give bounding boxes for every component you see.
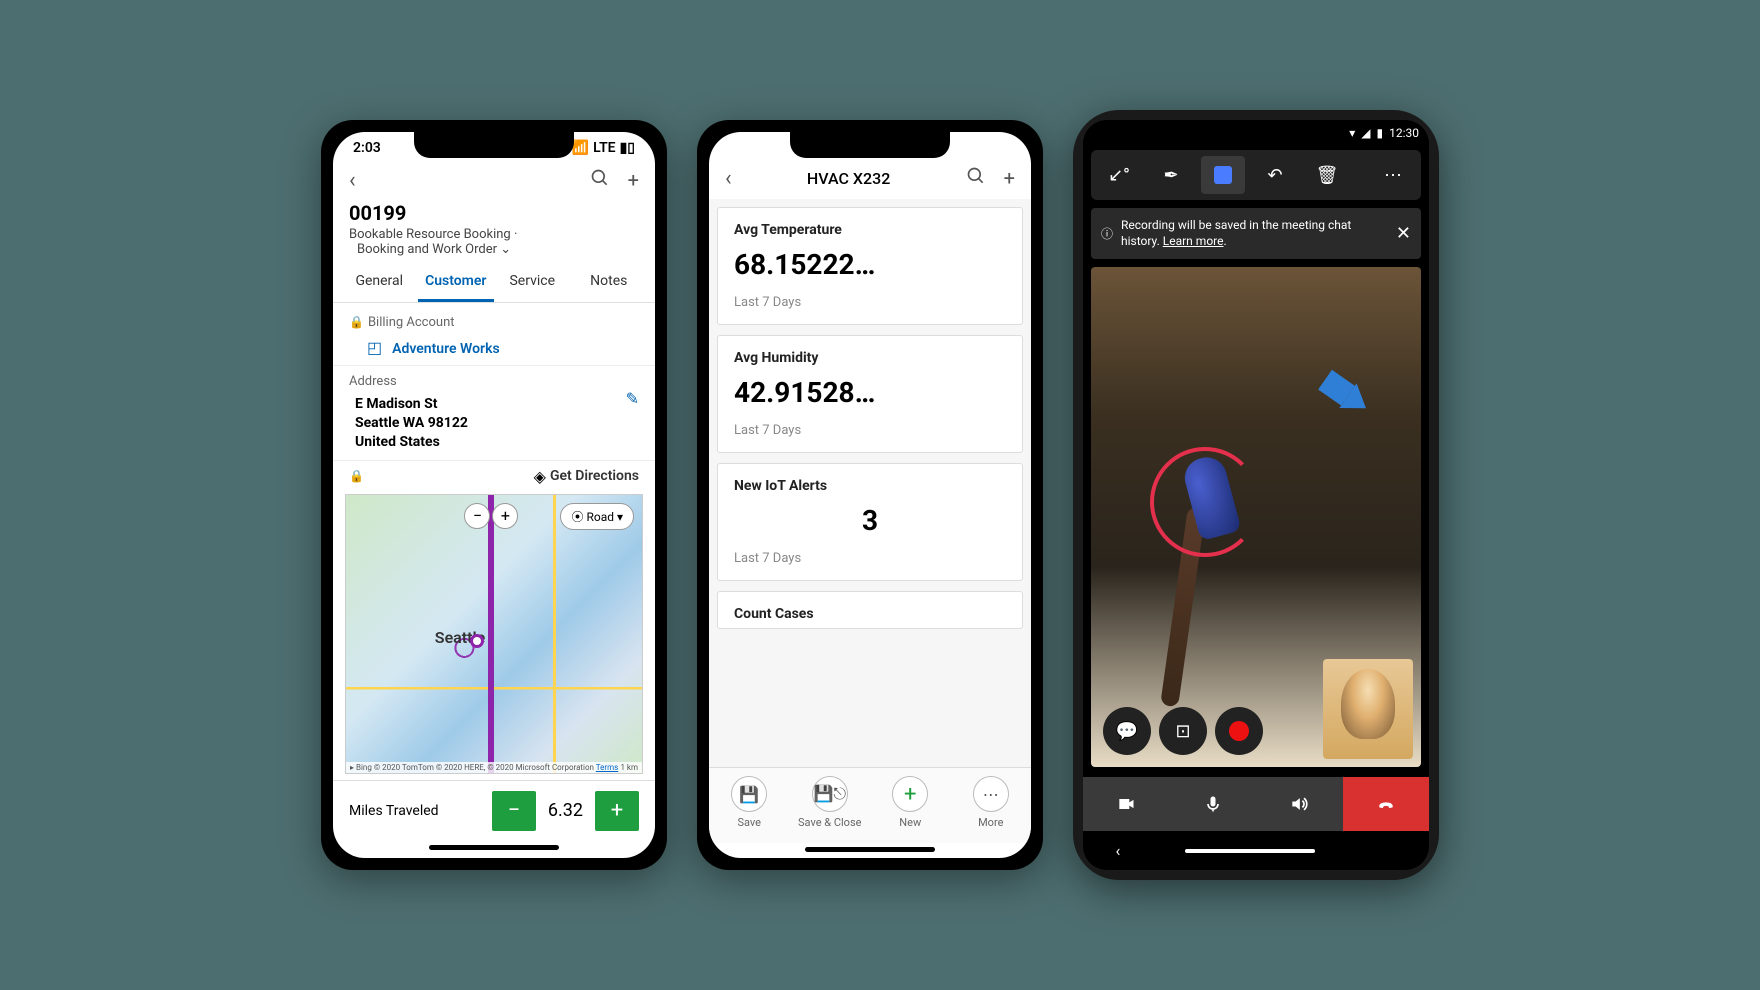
miles-label: Miles Traveled [349, 803, 439, 819]
network-label: LTE [593, 140, 615, 156]
card-value: 3 [734, 504, 1006, 537]
card-subtitle: Last 7 Days [734, 551, 1006, 566]
save-close-button[interactable]: 💾⎋ Save & Close [790, 768, 871, 843]
banner-text: Recording will be saved in the meeting c… [1121, 218, 1388, 249]
card-value: 42.91528… [734, 376, 1006, 409]
android-back-button[interactable]: ‹ [1116, 841, 1121, 860]
remote-video: 💬 ⊡ [1091, 267, 1421, 767]
save-icon: 💾 [731, 776, 767, 812]
map-type-select[interactable]: ⦿ Road ▾ [560, 503, 634, 530]
address-value: E Madison St Seattle WA 98122 United Sta… [349, 395, 639, 452]
map-terms-link[interactable]: Terms [596, 763, 618, 772]
save-button[interactable]: 💾 Save [709, 768, 790, 843]
tab-general[interactable]: General [341, 263, 418, 302]
lock-icon: 🔒 [349, 469, 364, 483]
card-value: 68.15222… [734, 248, 1006, 281]
signal-icon: 📶 [572, 140, 589, 156]
tab-customer[interactable]: Customer [418, 263, 495, 302]
info-icon: ⓘ [1101, 225, 1113, 242]
search-icon[interactable] [966, 166, 986, 191]
pointer-tool[interactable]: ↙° [1097, 156, 1141, 194]
add-button[interactable]: + [1004, 166, 1015, 191]
map-copyright: © 2020 TomTom © 2020 HERE, © 2020 Micros… [374, 763, 594, 772]
chevron-down-icon: ⌄ [500, 242, 511, 257]
entity-label: Bookable Resource Booking · [349, 227, 639, 242]
map-scale: 1 km [620, 763, 638, 772]
card-subtitle: Last 7 Days [734, 423, 1006, 438]
card-subtitle: Last 7 Days [734, 295, 1006, 310]
card-title: Count Cases [734, 606, 1006, 622]
card-iot-alerts[interactable]: New IoT Alerts 3 Last 7 Days [717, 463, 1023, 581]
save-close-icon: 💾⎋ [812, 776, 848, 812]
card-avg-humidity[interactable]: Avg Humidity 42.91528… Last 7 Days [717, 335, 1023, 453]
arrow-annotation [1340, 384, 1375, 421]
battery-icon: ▮▯ [620, 140, 635, 156]
page-title: HVAC X232 [807, 169, 890, 188]
chat-button[interactable]: 💬 [1103, 707, 1151, 755]
annotation-toolbar: ↙° ✒ ↶ 🗑 ⋯ [1091, 150, 1421, 200]
android-home-button[interactable] [1185, 849, 1315, 853]
self-view-pip[interactable] [1323, 659, 1413, 759]
card-count-cases[interactable]: Count Cases [717, 591, 1023, 629]
card-title: New IoT Alerts [734, 478, 1006, 494]
directions-icon: ◈ [534, 467, 546, 486]
pen-tool[interactable]: ✒ [1149, 156, 1193, 194]
more-icon: ⋯ [973, 776, 1009, 812]
new-button[interactable]: + New [870, 768, 951, 843]
add-button[interactable]: + [628, 168, 639, 193]
wifi-icon: ▾ [1349, 126, 1355, 140]
account-icon: ◰ [367, 338, 382, 357]
close-icon[interactable]: ✕ [1396, 223, 1411, 244]
undo-button[interactable]: ↶ [1253, 156, 1297, 194]
card-avg-temperature[interactable]: Avg Temperature 68.15222… Last 7 Days [717, 207, 1023, 325]
card-title: Avg Humidity [734, 350, 1006, 366]
zoom-out-button[interactable]: − [464, 503, 490, 529]
recording-banner: ⓘ Recording will be saved in the meeting… [1091, 208, 1421, 259]
end-call-button[interactable] [1343, 777, 1430, 831]
address-label: Address [349, 374, 639, 389]
get-directions-button[interactable]: Get Directions [550, 468, 639, 484]
zoom-in-button[interactable]: + [492, 503, 518, 529]
android-nav-bar: ‹ [1083, 831, 1429, 870]
battery-icon: ▮ [1377, 126, 1384, 140]
status-time: 2:03 [353, 140, 381, 156]
circle-annotation [1150, 447, 1260, 557]
signal-icon: ◢ [1361, 126, 1370, 140]
shape-tool[interactable] [1201, 156, 1245, 194]
more-button[interactable]: ⋯ More [951, 768, 1032, 843]
card-title: Avg Temperature [734, 222, 1006, 238]
tab-service[interactable]: Service [494, 263, 571, 302]
form-picker[interactable]: Booking and Work Order ⌄ [357, 242, 639, 257]
search-icon[interactable] [590, 168, 610, 193]
delete-button[interactable]: 🗑 [1305, 156, 1349, 194]
record-button[interactable] [1215, 707, 1263, 755]
home-indicator[interactable] [429, 845, 559, 850]
lock-icon: 🔒 [349, 315, 364, 329]
status-bar: ▾ ◢ ▮ 12:30 [1083, 120, 1429, 146]
status-time: 12:30 [1389, 126, 1419, 140]
miles-value: 6.32 [548, 800, 583, 821]
back-button[interactable]: ‹ [725, 166, 732, 191]
billing-account-link[interactable]: Adventure Works [392, 341, 500, 357]
back-button[interactable]: ‹ [349, 168, 356, 193]
tab-notes[interactable]: Notes [571, 263, 648, 302]
plus-icon: + [892, 776, 928, 812]
learn-more-link[interactable]: Learn more [1163, 234, 1224, 248]
more-tools-button[interactable]: ⋯ [1371, 156, 1415, 194]
tab-bar: General Customer Service Notes [333, 263, 655, 303]
home-indicator[interactable] [805, 847, 935, 852]
record-id: 00199 [349, 201, 639, 225]
mic-button[interactable] [1170, 777, 1257, 831]
edit-icon[interactable]: ✎ [626, 389, 639, 408]
miles-decrement-button[interactable]: − [492, 791, 536, 831]
billing-label: Billing Account [368, 315, 455, 330]
map-bing-logo: Bing [356, 763, 372, 772]
camera-button[interactable] [1083, 777, 1170, 831]
map[interactable]: − + ⦿ Road ▾ Seattle ▸ Bing © 2020 TomTo… [345, 494, 643, 774]
miles-increment-button[interactable]: + [595, 791, 639, 831]
scan-button[interactable]: ⊡ [1159, 707, 1207, 755]
speaker-button[interactable] [1256, 777, 1343, 831]
map-pin-icon [470, 634, 484, 648]
